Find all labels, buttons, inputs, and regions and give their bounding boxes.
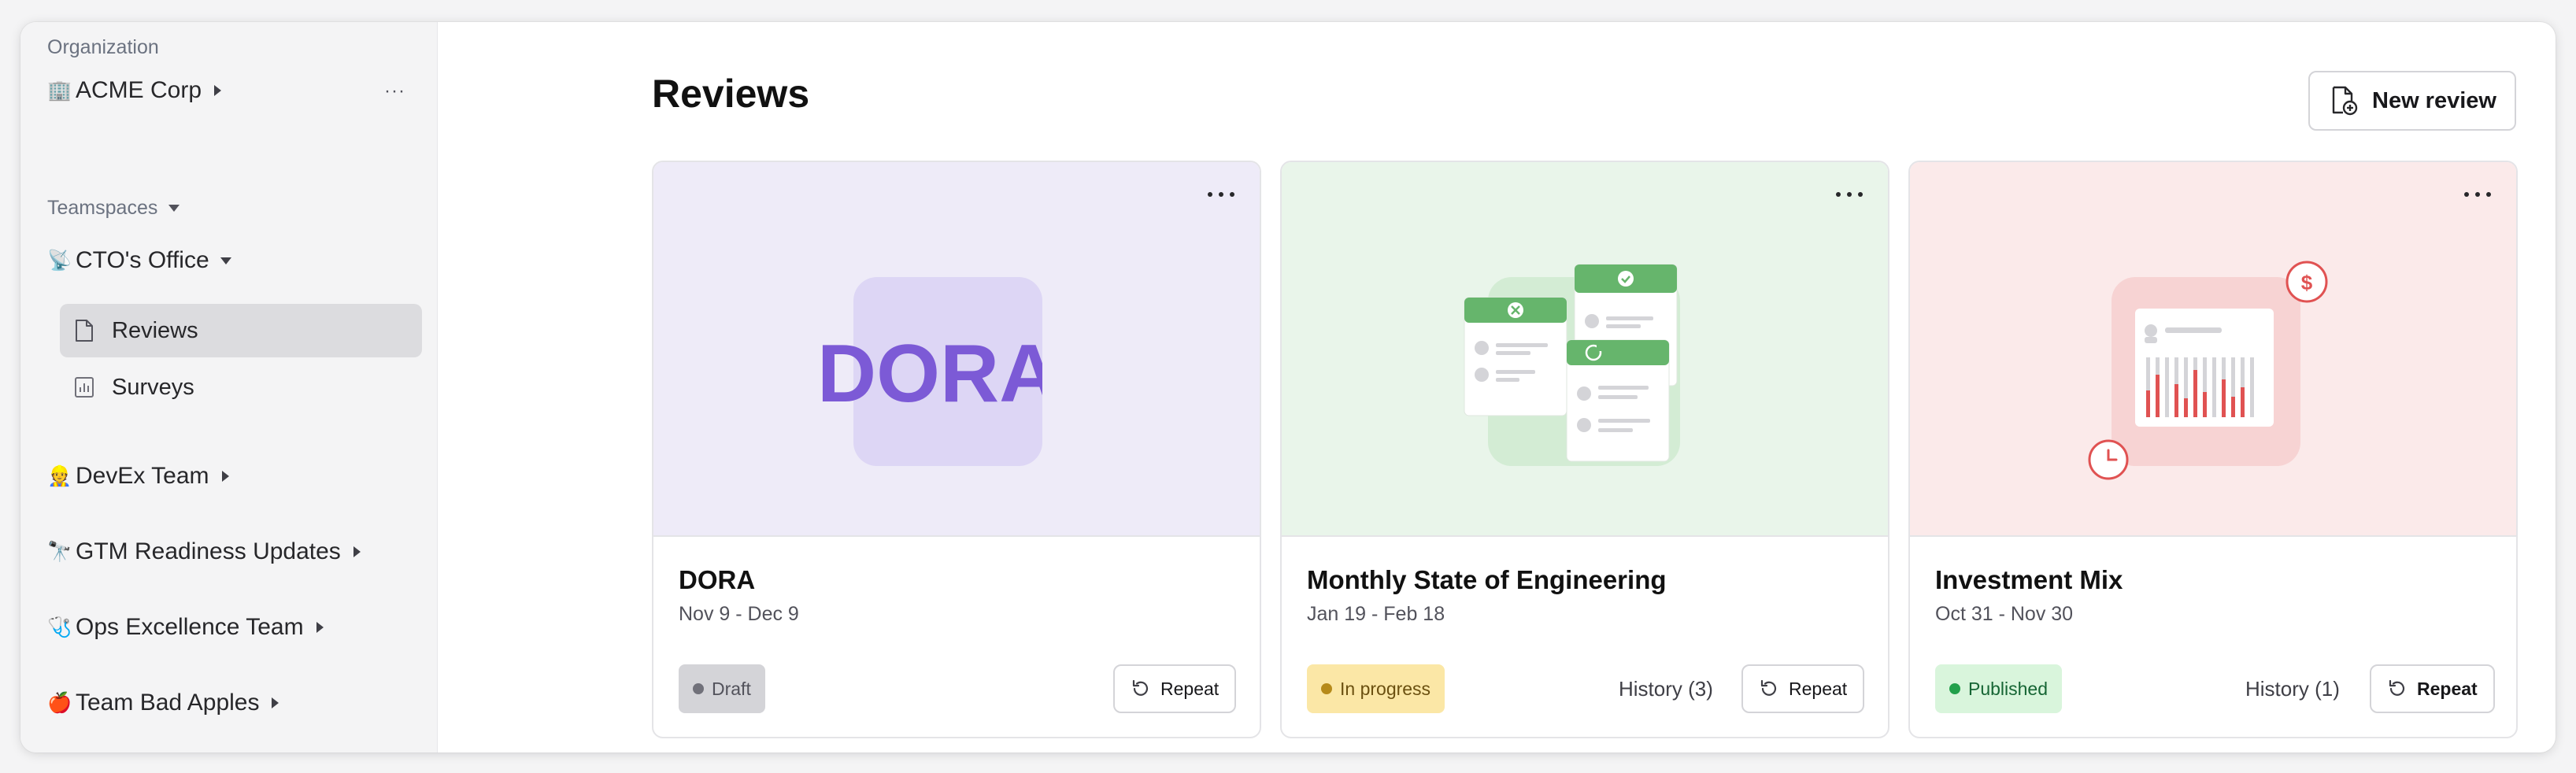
status-label: Published (1968, 678, 2049, 699)
caret-right-icon (272, 697, 279, 708)
repeat-button[interactable]: Repeat (2370, 664, 2495, 713)
status-label: In progress (1340, 678, 1431, 699)
card-dates: Nov 9 - Dec 9 (679, 603, 799, 625)
status-label: Draft (712, 678, 751, 699)
caret-right-icon (353, 546, 361, 557)
document-icon (76, 320, 93, 342)
new-review-button[interactable]: New review (2308, 71, 2516, 131)
review-card-investment-mix[interactable]: $ Investment Mix Oct 31 - Nov 30 Publish… (1908, 161, 2518, 738)
teamspace-ctos-office[interactable]: 📡 CTO's Office (47, 247, 231, 274)
status-dot (1321, 683, 1332, 694)
caret-right-icon (316, 622, 324, 633)
teamspace-name: CTO's Office (76, 247, 209, 273)
caret-right-icon (221, 471, 229, 482)
card-more-button[interactable] (2464, 190, 2493, 200)
sidebar-item-label: Surveys (112, 374, 194, 400)
status-badge: Published (1935, 664, 2063, 713)
satellite-icon: 📡 (47, 249, 72, 272)
chart-icon (75, 377, 94, 398)
teamspaces-header[interactable]: Teamspaces (47, 197, 180, 220)
card-dates: Oct 31 - Nov 30 (1935, 603, 2074, 625)
sidebar: Organization 🏢 ACME Corp ··· Teamspaces … (20, 22, 438, 753)
repeat-label: Repeat (1789, 678, 1848, 699)
status-dot (693, 683, 704, 694)
investment-illustration: $ (2088, 261, 2328, 480)
repeat-icon (1760, 679, 1777, 696)
teamspaces-label: Teamspaces (47, 197, 158, 219)
repeat-label: Repeat (2417, 678, 2478, 699)
sidebar-item-reviews[interactable]: Reviews (60, 304, 422, 357)
building-icon: 🏢 (47, 79, 72, 102)
new-review-label: New review (2372, 87, 2496, 113)
organization-label: Organization (47, 36, 159, 58)
org-more-button[interactable]: ··· (384, 80, 405, 102)
card-hero: $ (1910, 162, 2516, 537)
sidebar-team-devex[interactable]: 👷 DevEx Team (47, 463, 229, 490)
team-name: GTM Readiness Updates (76, 538, 341, 564)
status-badge: In progress (1307, 664, 1445, 713)
telescope-icon: 🔭 (47, 540, 72, 563)
app-window: Organization 🏢 ACME Corp ··· Teamspaces … (20, 22, 2556, 753)
sidebar-item-label: Reviews (112, 317, 198, 343)
caret-down-icon (220, 257, 231, 264)
caret-right-icon (214, 85, 222, 96)
card-more-button[interactable] (1836, 190, 1864, 200)
repeat-button[interactable]: Repeat (1741, 664, 1865, 713)
svg-text:$: $ (2301, 271, 2313, 294)
history-link[interactable]: History (3) (1619, 664, 1713, 713)
review-card-dora[interactable]: DORA DORA Nov 9 - Dec 9 Draft Repeat (652, 161, 1261, 738)
card-dates: Jan 19 - Feb 18 (1307, 603, 1445, 625)
engineering-illustration (1464, 264, 1680, 466)
sidebar-item-surveys[interactable]: Surveys (60, 361, 422, 414)
caret-down-icon (168, 205, 180, 212)
team-name: Team Bad Apples (76, 690, 260, 716)
apple-icon: 🍎 (47, 691, 72, 714)
card-hero (1282, 162, 1888, 537)
card-more-button[interactable] (1208, 190, 1236, 200)
org-switcher[interactable]: 🏢 ACME Corp (47, 77, 222, 104)
stethoscope-icon: 🩺 (47, 616, 72, 638)
sidebar-team-gtm[interactable]: 🔭 GTM Readiness Updates (47, 538, 361, 565)
team-name: Ops Excellence Team (76, 614, 304, 640)
card-title: Investment Mix (1935, 565, 2123, 594)
history-link[interactable]: History (1) (2245, 664, 2340, 713)
card-hero: DORA (653, 162, 1260, 537)
repeat-label: Repeat (1160, 678, 1220, 699)
construction-worker-icon: 👷 (47, 464, 72, 487)
repeat-button[interactable]: Repeat (1113, 664, 1237, 713)
sidebar-team-bad-apples[interactable]: 🍎 Team Bad Apples (47, 690, 279, 716)
card-title: Monthly State of Engineering (1307, 565, 1667, 594)
dora-illustration: DORA (817, 277, 1058, 466)
page-title: Reviews (652, 72, 810, 116)
dora-hero-text: DORA (817, 328, 1058, 420)
sidebar-team-ops[interactable]: 🩺 Ops Excellence Team (47, 614, 324, 641)
review-card-monthly-state[interactable]: Monthly State of Engineering Jan 19 - Fe… (1280, 161, 1889, 738)
card-title: DORA (679, 565, 756, 594)
status-badge: Draft (679, 664, 765, 713)
team-name: DevEx Team (76, 463, 209, 489)
org-name: ACME Corp (76, 77, 202, 103)
repeat-icon (2389, 679, 2405, 696)
file-plus-icon (2332, 86, 2358, 116)
repeat-icon (1132, 679, 1149, 696)
status-dot (1949, 683, 1960, 694)
